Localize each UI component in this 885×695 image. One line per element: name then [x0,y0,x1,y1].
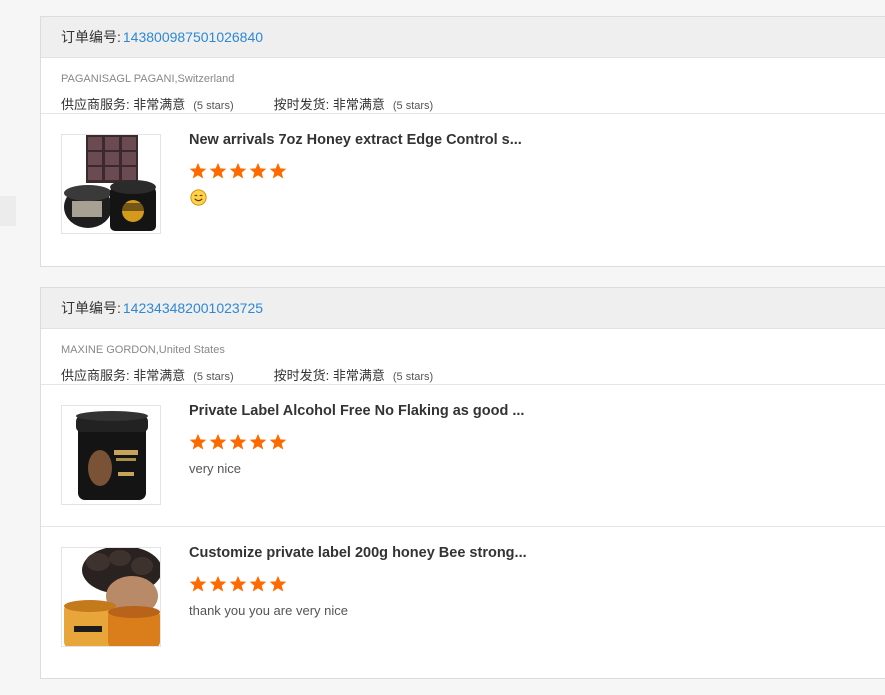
service-rating-stars: (5 stars) [193,371,234,383]
star-icon [269,433,287,450]
service-rating-stars: (5 stars) [193,100,234,112]
supplier-ratings: 供应商服务: 非常满意 (5 stars) 按时发货: 非常满意 (5 star… [61,365,869,384]
star-icon [229,433,247,450]
review-text: very nice [189,461,242,476]
service-rating-label: 供应商服务: [61,97,130,112]
ontime-rating-value: 非常满意 [332,97,385,112]
product-thumbnail[interactable] [61,134,161,234]
smiley-face-icon [190,189,207,206]
ontime-rating: 按时发货: 非常满意 (5 stars) [274,365,434,384]
star-icon [249,575,267,592]
order-number-link[interactable]: 142343482001023725 [123,300,263,316]
product-rating-stars [189,575,287,593]
star-icon [209,162,227,179]
product-row: New arrivals 7oz Honey extract Edge Cont… [41,114,885,255]
product-title[interactable]: New arrivals 7oz Honey extract Edge Cont… [189,132,529,148]
product-image [62,406,160,504]
star-icon [189,575,207,592]
star-icon [229,162,247,179]
star-icon [189,433,207,450]
order-card: 订单编号: 142343482001023725 MAXINE GORDON,U… [40,287,885,679]
order-header: 订单编号: 143800987501026840 [41,17,885,58]
order-header: 订单编号: 142343482001023725 [41,288,885,329]
product-thumbnail[interactable] [61,547,161,647]
supplier-name: MAXINE GORDON,United States [61,344,225,356]
product-row: Private Label Alcohol Free No Flaking as… [41,385,885,526]
order-number-label: 订单编号: [61,300,121,316]
service-rating: 供应商服务: 非常满意 (5 stars) [61,94,234,113]
product-rating-stars [189,433,287,451]
ontime-rating: 按时发货: 非常满意 (5 stars) [274,94,434,113]
product-rating-stars [189,162,287,180]
product-row: Customize private label 200g honey Bee s… [41,526,885,668]
side-handle [0,196,16,226]
review-text: thank you you are very nice [189,603,348,618]
star-icon [249,433,267,450]
order-number-label: 订单编号: [61,29,121,45]
ontime-rating-stars: (5 stars) [392,371,434,383]
order-number-link[interactable]: 143800987501026840 [123,29,263,45]
product-title[interactable]: Customize private label 200g honey Bee s… [189,545,529,561]
supplier-ratings: 供应商服务: 非常满意 (5 stars) 按时发货: 非常满意 (5 star… [61,94,869,113]
product-thumbnail[interactable] [61,405,161,505]
product-title[interactable]: Private Label Alcohol Free No Flaking as… [189,403,529,419]
ontime-rating-value: 非常满意 [332,368,385,383]
star-icon [249,162,267,179]
star-icon [269,575,287,592]
service-rating: 供应商服务: 非常满意 (5 stars) [61,365,234,384]
star-icon [209,575,227,592]
supplier-info: PAGANISAGL PAGANI,Switzerland 供应商服务: 非常满… [41,58,885,114]
star-icon [229,575,247,592]
ontime-rating-label: 按时发货: [273,368,330,383]
supplier-name: PAGANISAGL PAGANI,Switzerland [61,73,235,85]
ontime-rating-label: 按时发货: [273,97,330,112]
ontime-rating-stars: (5 stars) [392,100,434,112]
star-icon [209,433,227,450]
star-icon [269,162,287,179]
product-image [62,135,160,233]
service-rating-label: 供应商服务: [61,368,130,383]
service-rating-value: 非常满意 [133,368,186,383]
order-card: 订单编号: 143800987501026840 PAGANISAGL PAGA… [40,16,885,267]
star-icon [189,162,207,179]
service-rating-value: 非常满意 [133,97,186,112]
supplier-info: MAXINE GORDON,United States 供应商服务: 非常满意 … [41,329,885,385]
product-image [62,548,160,646]
